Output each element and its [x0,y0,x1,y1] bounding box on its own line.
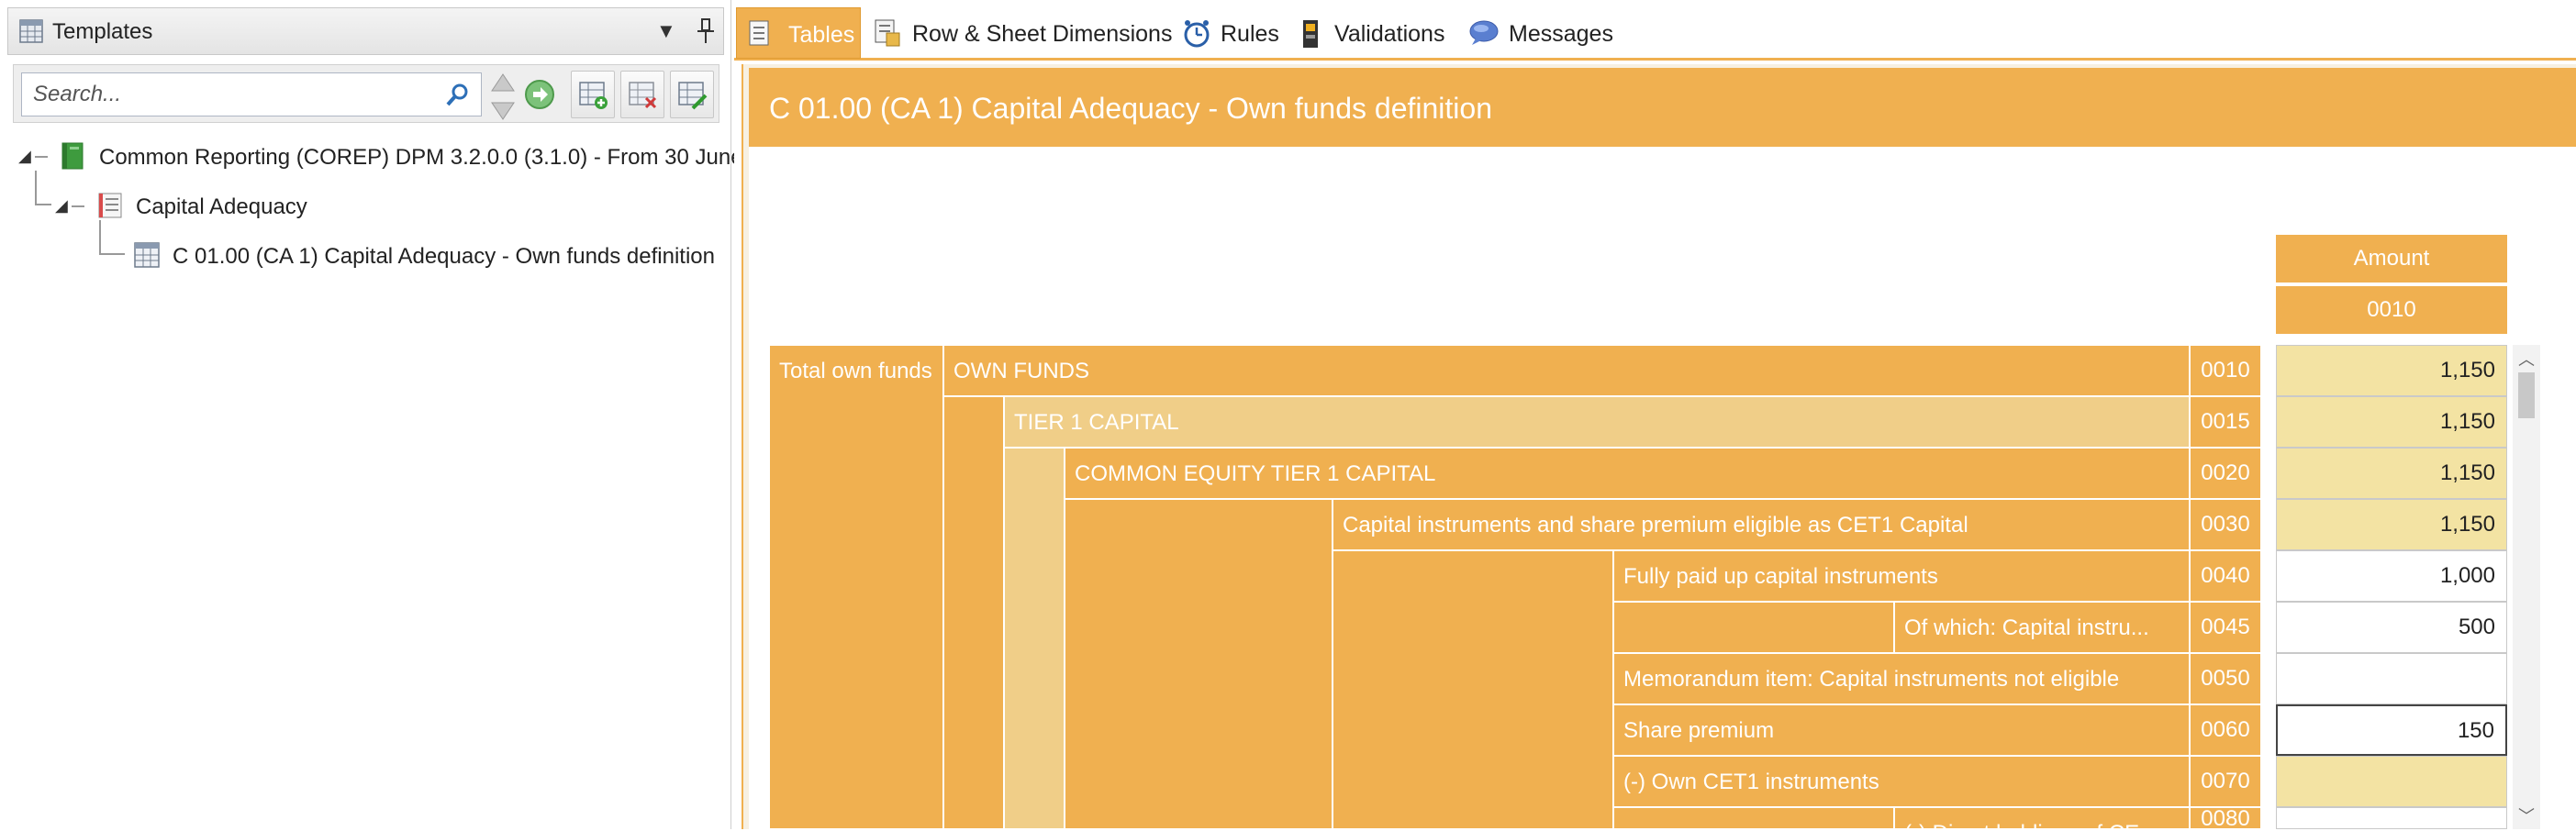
value-cell-selected[interactable]: 150 [2276,704,2507,756]
table-icon [134,242,160,268]
tree-connector [35,156,48,158]
column-header-code: 0010 [2276,286,2507,334]
search-icon[interactable] [445,82,471,107]
templates-panel: Templates ▼ Search... ◢ Common Reporting… [0,0,762,829]
clock-icon [1184,20,1210,48]
value-cell[interactable]: 1,150 [2276,448,2507,499]
tree-item-corep[interactable]: ◢ Common Reporting (COREP) DPM 3.2.0.0 (… [13,138,762,174]
row-label-share-premium: Share premium [1613,704,2190,756]
tab-label: Row & Sheet Dimensions [912,21,1173,47]
remove-table-icon [629,82,657,109]
tree-item-capital-adequacy[interactable]: ◢ Capital Adequacy [13,171,729,224]
tree-item-label: C 01.00 (CA 1) Capital Adequacy - Own fu… [173,244,715,269]
add-table-icon [579,82,608,109]
row-code: 0060 [2190,704,2261,756]
dimensions-icon [875,19,900,47]
search-navigation [489,71,517,120]
tree-item-label: Capital Adequacy [136,194,307,219]
message-bubble-icon [1469,20,1499,45]
tab-row-sheet-dimensions[interactable]: Row & Sheet Dimensions [872,7,1172,59]
search-input[interactable] [21,72,482,116]
row-label-fully-paid: Fully paid up capital instruments [1613,550,2190,602]
row-code: 0030 [2190,499,2261,550]
scroll-thumb[interactable] [2518,372,2535,418]
panel-dropdown-icon[interactable]: ▼ [656,19,676,43]
add-table-button[interactable] [571,71,615,118]
row-label-memorandum: Memorandum item: Capital instruments not… [1613,653,2190,704]
row-code: 0020 [2190,448,2261,499]
tab-rules[interactable]: Rules [1180,7,1281,59]
pin-icon[interactable] [695,17,717,45]
tree-connector [72,205,84,207]
row-label-capital-instruments: Capital instruments and share premium el… [1333,499,2190,550]
scroll-down-icon[interactable]: ﹀ [2518,803,2535,827]
value-cell[interactable]: 1,150 [2276,499,2507,550]
table-title: C 01.00 (CA 1) Capital Adequacy - Own fu… [769,92,1492,125]
row-code: 0015 [2190,396,2261,448]
value-cell[interactable] [2276,653,2507,704]
vertical-scrollbar[interactable]: ︿ ﹀ [2513,345,2540,829]
row-code: 0050 [2190,653,2261,704]
tree-item-c0100[interactable]: C 01.00 (CA 1) Capital Adequacy - Own fu… [13,220,729,273]
row-label-own-cet1: (-) Own CET1 instruments [1613,756,2190,807]
search-up-icon[interactable] [489,71,517,94]
table-grid: Amount 0010 Total own funds OWN FUNDS TI… [749,147,2576,830]
indent-block [1613,602,1894,653]
templates-panel-title: Templates [52,19,153,44]
folder-list-icon [98,193,122,218]
tab-label: Validations [1334,21,1445,47]
tab-label: Rules [1221,21,1279,47]
validation-icon [1303,20,1318,48]
column-header-amount: Amount [2276,235,2507,283]
indent-block [1613,807,1894,829]
indent-block [943,396,1004,829]
remove-table-button[interactable] [620,71,664,118]
row-code: 0010 [2190,345,2261,396]
row-code: 0080 [2190,807,2261,830]
document-icon [749,20,769,46]
tab-validations[interactable]: Validations [1298,7,1454,59]
group-label-total-own-funds: Total own funds [769,345,943,829]
tab-label: Messages [1509,21,1613,47]
row-label-own-funds: OWN FUNDS [943,345,2190,396]
tab-bar: Tables Row & Sheet Dimensions Rules Vali… [734,0,2576,61]
tree-connector [35,171,51,205]
templates-panel-header: Templates ▼ [7,7,724,55]
tab-tables[interactable]: Tables [736,7,861,59]
indent-block [1333,550,1613,829]
value-cell[interactable]: 1,150 [2276,396,2507,448]
row-code: 0070 [2190,756,2261,807]
row-label-cet1-capital: COMMON EQUITY TIER 1 CAPITAL [1065,448,2190,499]
tab-messages[interactable]: Messages [1466,7,1613,59]
tree-item-label: Common Reporting (COREP) DPM 3.2.0.0 (3.… [99,145,762,170]
value-cell[interactable]: 500 [2276,602,2507,653]
tree-connector [99,220,125,255]
row-code: 0040 [2190,550,2261,602]
book-icon [61,142,84,170]
row-code: 0045 [2190,602,2261,653]
tab-label: Tables [788,22,855,48]
row-label-of-which: Of which: Capital instru... [1894,602,2190,653]
value-cell[interactable] [2276,807,2507,829]
collapse-icon[interactable]: ◢ [18,147,31,166]
value-cell[interactable] [2276,756,2507,807]
edit-table-button[interactable] [670,71,714,118]
row-label-tier1-capital: TIER 1 CAPITAL [1004,396,2190,448]
value-cell[interactable]: 1,150 [2276,345,2507,396]
table-icon [19,19,43,43]
main-panel: Tables Row & Sheet Dimensions Rules Vali… [734,0,2576,830]
indent-block [1004,448,1065,829]
row-label-direct-holdings: (-) Direct holdings of CE... [1894,807,2190,829]
indent-block [1065,499,1333,829]
table-title-bar: C 01.00 (CA 1) Capital Adequacy - Own fu… [749,68,2576,147]
collapse-icon[interactable]: ◢ [55,196,68,216]
search-down-icon[interactable] [489,99,517,123]
scroll-up-icon[interactable]: ︿ [2518,347,2535,371]
table-view: C 01.00 (CA 1) Capital Adequacy - Own fu… [742,64,2576,830]
edit-table-icon [678,82,708,110]
templates-toolbar [13,64,719,123]
value-cell[interactable]: 1,000 [2276,550,2507,602]
go-icon[interactable] [524,79,555,110]
